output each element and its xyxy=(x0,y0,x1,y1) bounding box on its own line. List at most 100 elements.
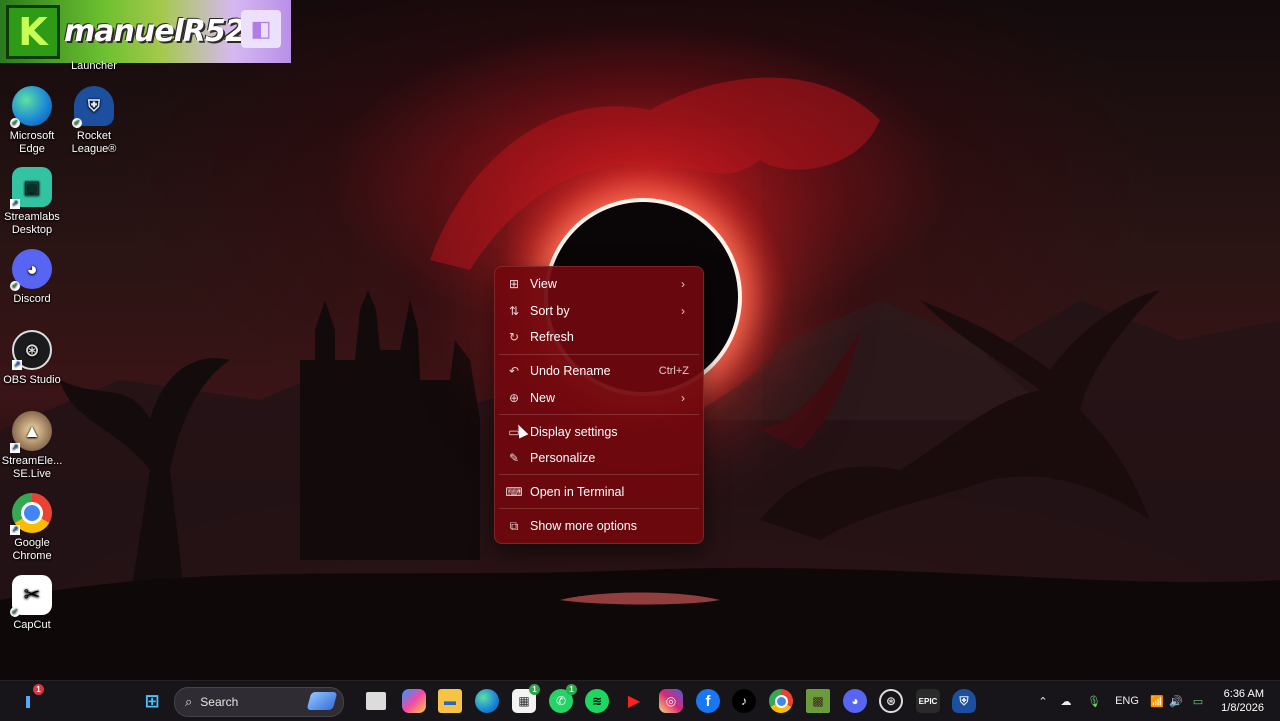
instagram-icon: ◎ xyxy=(665,694,677,708)
widgets-button[interactable]: ❚ 1 xyxy=(16,684,44,713)
cloud-sync-icon[interactable]: ☁ xyxy=(1050,695,1082,708)
desktop-icon-launcher-label[interactable]: Launcher xyxy=(62,60,126,72)
task-view-button[interactable] xyxy=(366,692,386,710)
taskbar-discord[interactable]: ◕ xyxy=(843,689,867,713)
spotify-icon: ≋ xyxy=(591,694,603,708)
taskbar-minecraft[interactable]: ▩ xyxy=(806,689,830,713)
desktop-icon-label: StreamEle... SE.Live xyxy=(1,455,63,480)
wifi-icon[interactable]: 📶 xyxy=(1148,695,1166,708)
menu-separator xyxy=(499,474,699,475)
desktop-icon-streamlabs[interactable]: ▣ ↗ Streamlabs Desktop xyxy=(0,167,64,237)
store-icon: ▦ xyxy=(518,694,530,708)
streamlabs-icon: ▣ ↗ xyxy=(10,167,52,209)
desktop-icon-rocket-league[interactable]: ⛨ ✔ Rocket League® xyxy=(62,86,126,156)
plus-circle-icon: ⊕ xyxy=(508,391,520,405)
language-indicator[interactable]: ENG xyxy=(1106,695,1148,707)
streamer-logo-icon: K xyxy=(6,4,60,59)
rocket-league-icon: ⛨ ✔ xyxy=(72,86,114,128)
whatsapp-icon: ✆ xyxy=(555,694,567,708)
more-options-icon: ⧉ xyxy=(509,518,519,533)
folder-icon: ▬ xyxy=(444,694,456,708)
menu-item-show-more-options[interactable]: ⧉ Show more options xyxy=(499,513,699,539)
taskbar-instagram[interactable]: ◎ xyxy=(659,689,683,713)
refresh-icon: ↻ xyxy=(508,330,520,344)
capcut-icon: ✂ ✔ xyxy=(10,575,52,617)
show-hidden-icons-chevron-icon[interactable]: ⌃ xyxy=(1036,695,1050,708)
taskbar-chrome[interactable] xyxy=(769,689,793,713)
desktop-icon-label: Microsoft Edge xyxy=(9,130,55,155)
menu-item-undo-rename[interactable]: ↶ Undo Rename Ctrl+Z xyxy=(499,358,699,384)
discord-icon: ◕ ✔ xyxy=(10,249,52,291)
obs-icon: ⊛ ↗ xyxy=(12,330,52,370)
clock-date: 1/8/2026 xyxy=(1221,702,1264,714)
widgets-icon: ❚ xyxy=(22,694,34,708)
twitch-icon: ◧ xyxy=(241,10,281,48)
whatsapp-badge: 1 xyxy=(566,684,577,695)
desktop-icon-label: Rocket League® xyxy=(71,130,117,155)
desktop-icon-label: Discord xyxy=(13,293,51,305)
windows-icon: ⊞ xyxy=(144,690,160,711)
rocket-league-icon: ⛨ xyxy=(959,693,969,708)
menu-separator xyxy=(499,354,699,355)
volume-icon[interactable]: 🔊 xyxy=(1166,695,1186,708)
desktop-icon-discord[interactable]: ◕ ✔ Discord xyxy=(0,249,64,306)
menu-item-sort-by[interactable]: ⇅ Sort by › xyxy=(499,298,699,324)
terminal-icon: ⌨ xyxy=(505,485,523,499)
search-placeholder: Search xyxy=(200,695,239,709)
obs-icon: ⊛ xyxy=(885,694,897,708)
menu-item-open-in-terminal[interactable]: ⌨ Open in Terminal xyxy=(499,479,699,505)
taskbar: ❚ 1 ⊞ ⌕ Search ▬ ▦ 1 ✆ 1 ≋ ▶ ◎ f ♪ ▩ ◕ ⊛… xyxy=(0,680,1280,721)
desktop-icon-label: OBS Studio xyxy=(3,374,61,386)
youtube-icon: ▶ xyxy=(627,693,641,710)
taskbar-store[interactable]: ▦ 1 xyxy=(512,684,540,713)
start-button[interactable]: ⊞ xyxy=(140,689,164,713)
chrome-icon: ↗ xyxy=(10,493,52,535)
edge-icon: ✔ xyxy=(10,86,52,128)
file-explorer-button[interactable]: ▬ xyxy=(438,689,462,713)
battery-icon[interactable]: ▭ xyxy=(1186,695,1210,708)
search-highlight-icon xyxy=(306,692,338,710)
desktop-icon-label: Streamlabs Desktop xyxy=(4,211,60,236)
widgets-badge: 1 xyxy=(33,684,44,695)
taskbar-facebook[interactable]: f xyxy=(696,689,720,713)
taskbar-tiktok[interactable]: ♪ xyxy=(732,689,756,713)
menu-item-personalize[interactable]: ✎ Personalize xyxy=(499,445,699,471)
undo-icon: ↶ xyxy=(508,364,520,378)
desktop-icon-google-chrome[interactable]: ↗ Google Chrome xyxy=(0,493,64,563)
menu-item-refresh[interactable]: ↻ Refresh xyxy=(499,324,699,350)
menu-item-new[interactable]: ⊕ New › xyxy=(499,385,699,411)
taskbar-edge[interactable] xyxy=(475,689,499,713)
menu-separator xyxy=(499,508,699,509)
grid-icon: ⊞ xyxy=(508,277,520,291)
epic-games-icon: EPIC xyxy=(918,696,938,706)
taskbar-epic-games[interactable]: EPIC xyxy=(916,689,940,713)
streamer-name: manuelR520 xyxy=(64,14,266,49)
taskbar-rocket-league[interactable]: ⛨ xyxy=(952,689,976,713)
search-box[interactable]: ⌕ Search xyxy=(174,687,344,717)
tiktok-icon: ♪ xyxy=(741,694,747,708)
menu-item-view[interactable]: ⊞ View › xyxy=(499,271,699,297)
taskbar-obs[interactable]: ⊛ xyxy=(879,689,903,713)
desktop-icon-streamelements[interactable]: ▲ ↗ StreamEle... SE.Live xyxy=(0,411,64,481)
brush-icon: ✎ xyxy=(508,451,520,465)
desktop-context-menu: ⊞ View › ⇅ Sort by › ↻ Refresh ↶ Undo Re… xyxy=(494,266,704,544)
microphone-icon[interactable]: 🎙 xyxy=(1082,695,1106,708)
copilot-button[interactable] xyxy=(402,689,426,713)
clock[interactable]: 6:36 AM 1/8/2026 xyxy=(1221,687,1264,715)
chevron-right-icon: › xyxy=(681,277,685,291)
taskbar-spotify[interactable]: ≋ xyxy=(585,689,609,713)
search-icon: ⌕ xyxy=(185,694,193,709)
streamer-banner: K manuelR520 ◧ xyxy=(0,0,291,63)
desktop-icon-capcut[interactable]: ✂ ✔ CapCut xyxy=(0,575,64,632)
taskbar-youtube[interactable]: ▶ xyxy=(622,689,646,713)
desktop-icon-label: CapCut xyxy=(13,619,51,631)
discord-icon: ◕ xyxy=(851,694,859,708)
facebook-icon: f xyxy=(705,692,711,710)
desktop-icon-obs-studio[interactable]: ⊛ ↗ OBS Studio xyxy=(0,330,64,387)
desktop-icon-microsoft-edge[interactable]: ✔ Microsoft Edge xyxy=(0,86,64,156)
taskbar-whatsapp[interactable]: ✆ 1 xyxy=(549,684,577,713)
desktop-icon-label: Google Chrome xyxy=(12,537,52,562)
menu-separator xyxy=(499,414,699,415)
menu-item-display-settings[interactable]: ▭ Display settings xyxy=(499,419,699,445)
chevron-right-icon: › xyxy=(681,391,685,405)
